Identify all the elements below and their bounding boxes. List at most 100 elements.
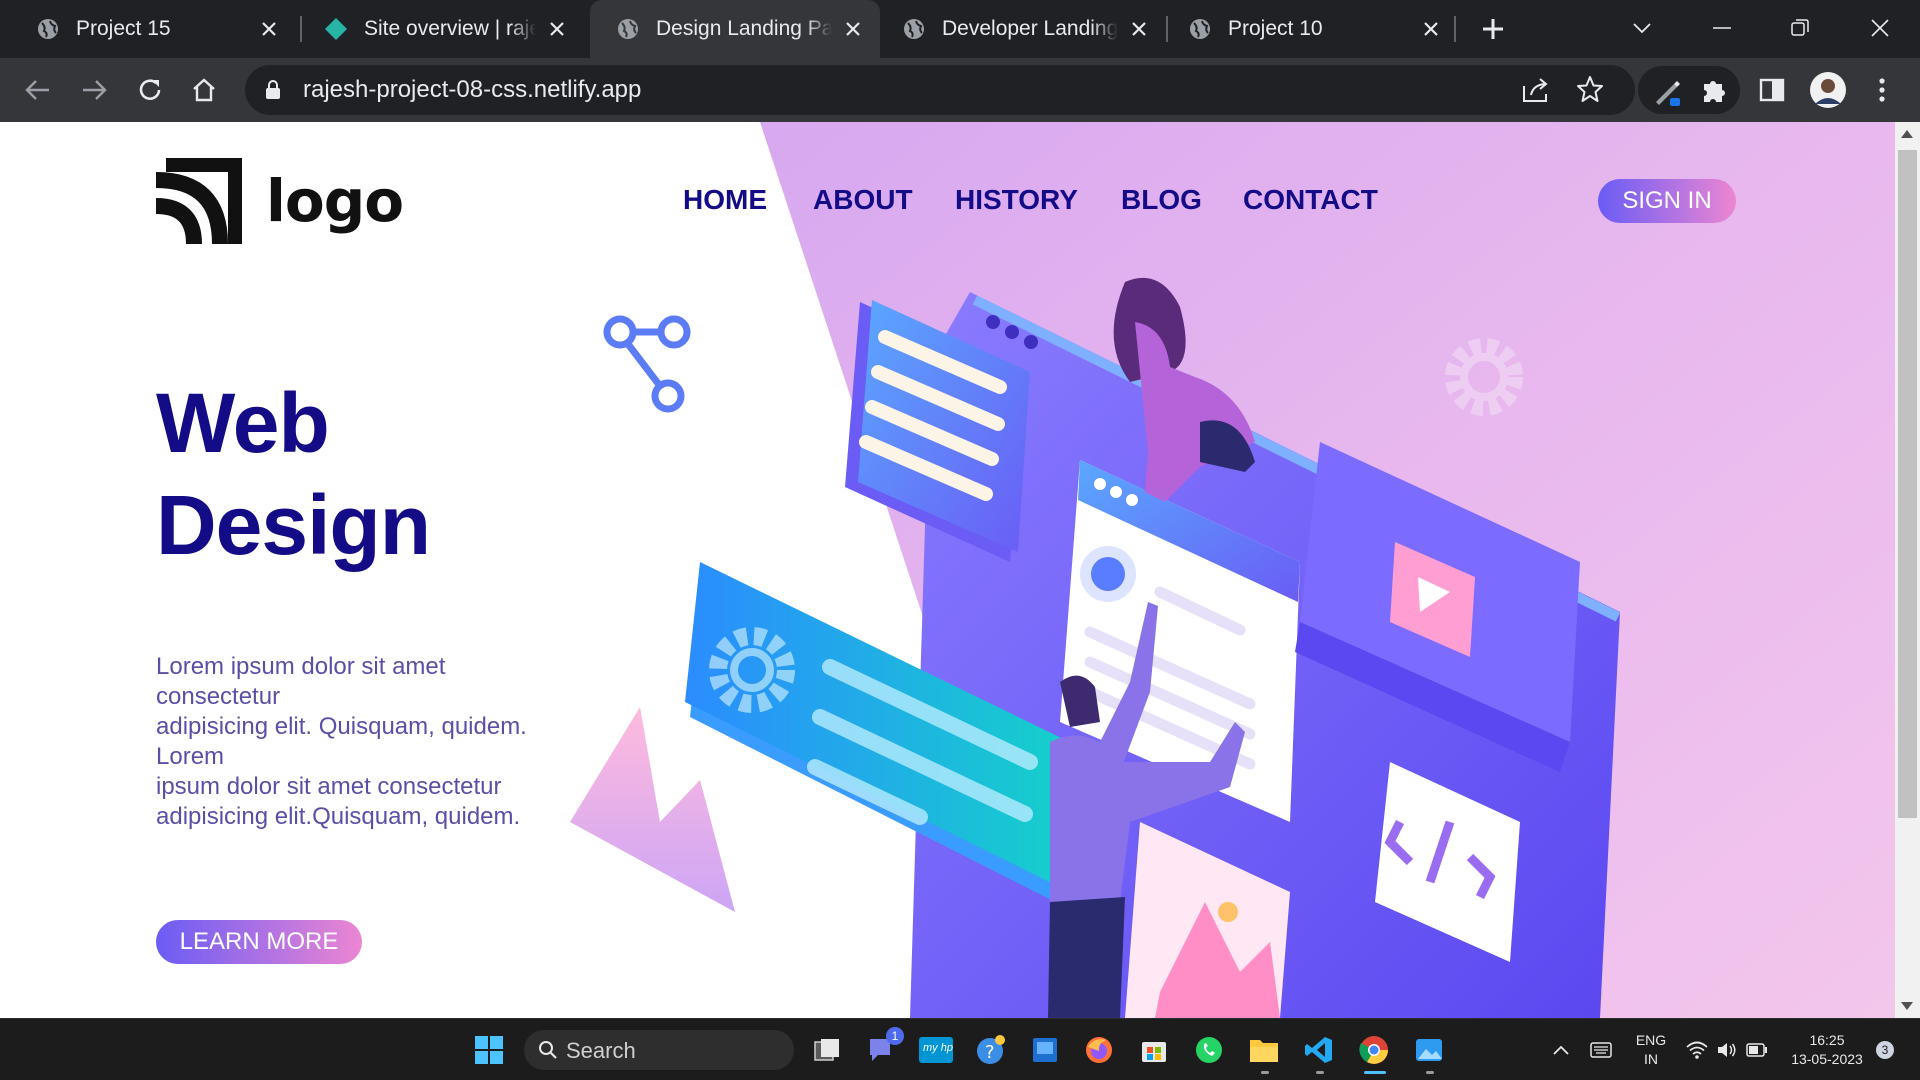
hero-text-line: Lorem ipsum dolor sit amet [156,653,446,680]
hero-text-line: adipisicing elit.Quisquam, quidem. [156,803,521,830]
tab-design-landing-page[interactable]: Design Landing Page [590,0,880,58]
home-icon[interactable] [186,72,222,108]
address-bar[interactable]: rajesh-project-08-css.netlify.app [245,65,1635,115]
tab-title: Design Landing Page [656,17,832,40]
tab-search-chevron-icon[interactable] [1622,8,1662,48]
restore-icon[interactable] [1780,8,1820,48]
forward-arrow-icon[interactable] [76,72,112,108]
globe-icon [1188,17,1212,41]
keyboard-icon[interactable] [1582,1031,1620,1069]
close-icon[interactable] [544,16,570,42]
netlify-diamond-icon [324,17,348,41]
file-explorer-icon[interactable] [1245,1031,1283,1069]
lock-icon[interactable] [265,80,281,105]
close-icon[interactable] [1126,16,1152,42]
chrome-icon[interactable] [1355,1031,1393,1069]
new-tab-button[interactable] [1476,12,1510,46]
logo-signal-icon [156,158,242,244]
close-icon[interactable] [840,16,866,42]
microsoft-store-icon[interactable] [1135,1031,1173,1069]
window-close-icon[interactable] [1860,8,1900,48]
globe-icon [902,17,926,41]
globe-icon [36,17,60,41]
nav-history[interactable]: HISTORY [955,184,1078,216]
nav-home[interactable]: HOME [683,184,767,216]
close-icon[interactable] [1418,16,1444,42]
active-app-indicator [1364,1071,1386,1074]
globe-icon [616,17,640,41]
url-text[interactable]: rajesh-project-08-css.netlify.app [303,76,641,104]
share-icon[interactable] [1521,76,1551,109]
tab-strip: Project 15 Site overview | rajesh Design… [0,0,1920,58]
search-label: Search [566,1038,636,1063]
search-icon [539,1041,557,1059]
windows-app-icon[interactable] [1026,1031,1064,1069]
scroll-down-arrow-icon[interactable] [1901,1002,1913,1010]
tab-project-15[interactable]: Project 15 [0,0,296,58]
tab-title: Developer Landing [942,17,1118,40]
hero-text-line: ipsum dolor sit amet consectetur [156,773,502,800]
side-panel-icon[interactable] [1754,72,1790,108]
whatsapp-icon[interactable] [1190,1031,1228,1069]
windows-taskbar: Search 1 my hp ? ENG IN 16:25 13-05-2023… [0,1018,1920,1080]
tab-title: Project 15 [76,17,171,40]
extensions-group [1638,66,1740,114]
vscode-icon[interactable] [1300,1031,1338,1069]
close-icon[interactable] [256,16,282,42]
learn-more-button[interactable]: LEARN MORE [156,920,362,964]
hero-description: Lorem ipsum dolor sit amet consectetur a… [156,652,576,832]
tab-separator [1454,16,1456,42]
nav-blog[interactable]: BLOG [1121,184,1202,216]
clock[interactable]: 16:25 13-05-2023 [1780,1031,1874,1069]
language-indicator[interactable]: ENG IN [1628,1031,1674,1069]
photos-app-icon[interactable] [1410,1031,1448,1069]
myhp-app-icon[interactable]: my hp [917,1031,955,1069]
tab-project-10[interactable]: Project 10 [1162,0,1458,58]
teams-badge: 1 [886,1027,904,1045]
tab-title: Site overview | rajesh [364,17,536,40]
task-view-icon[interactable] [808,1031,846,1069]
web-page: logo HOME ABOUT HISTORY BLOG CONTACT SIG… [0,122,1895,1018]
tab-title: Project 10 [1228,17,1323,40]
scroll-up-arrow-icon[interactable] [1901,130,1913,138]
hero-text-line: consectetur [156,683,281,710]
windows-start-icon[interactable] [470,1031,508,1069]
more-menu-icon[interactable] [1864,72,1900,108]
reload-icon[interactable] [132,72,168,108]
teams-chat-icon[interactable]: 1 [862,1027,904,1069]
hero-title: Web Design [156,372,431,576]
pen-extension-icon[interactable] [1652,76,1684,113]
share-node-icon [603,315,691,413]
site-logo[interactable]: logo [156,158,404,244]
nav-about[interactable]: ABOUT [813,184,913,216]
minimize-icon[interactable] [1702,8,1742,48]
language-line-2: IN [1644,1051,1658,1067]
nav-contact[interactable]: CONTACT [1243,184,1378,216]
firefox-icon[interactable] [1080,1031,1118,1069]
notification-badge[interactable]: 3 [1876,1041,1894,1059]
back-arrow-icon[interactable] [20,72,56,108]
sign-in-button[interactable]: SIGN IN [1598,179,1736,223]
language-line-1: ENG [1635,1032,1667,1048]
get-help-icon[interactable]: ? [972,1031,1010,1069]
battery-icon[interactable] [1738,1031,1776,1069]
bookmark-star-icon[interactable] [1576,75,1604,108]
tab-site-overview[interactable]: Site overview | rajesh [288,0,584,58]
browser-toolbar: rajesh-project-08-css.netlify.app [0,58,1920,122]
scrollbar-thumb[interactable] [1898,150,1917,818]
clock-date: 13-05-2023 [1791,1051,1863,1067]
tray-chevron-up-icon[interactable] [1542,1031,1580,1069]
tab-developer-landing[interactable]: Developer Landing [876,0,1166,58]
extensions-puzzle-icon[interactable] [1700,76,1728,109]
gear-icon [1445,338,1523,416]
myhp-label: my hp [923,1042,953,1054]
svg-text:?: ? [985,1042,995,1063]
profile-avatar[interactable] [1810,72,1846,108]
running-indicator [1261,1071,1269,1074]
hero-title-line-2: Design [156,478,431,572]
running-indicator [1426,1071,1434,1074]
hero-text-line: adipisicing elit. Quisquam, quidem. [156,713,527,740]
logo-text: logo [266,167,404,235]
taskbar-search-box[interactable]: Search [524,1030,794,1070]
clock-time: 16:25 [1809,1032,1845,1048]
